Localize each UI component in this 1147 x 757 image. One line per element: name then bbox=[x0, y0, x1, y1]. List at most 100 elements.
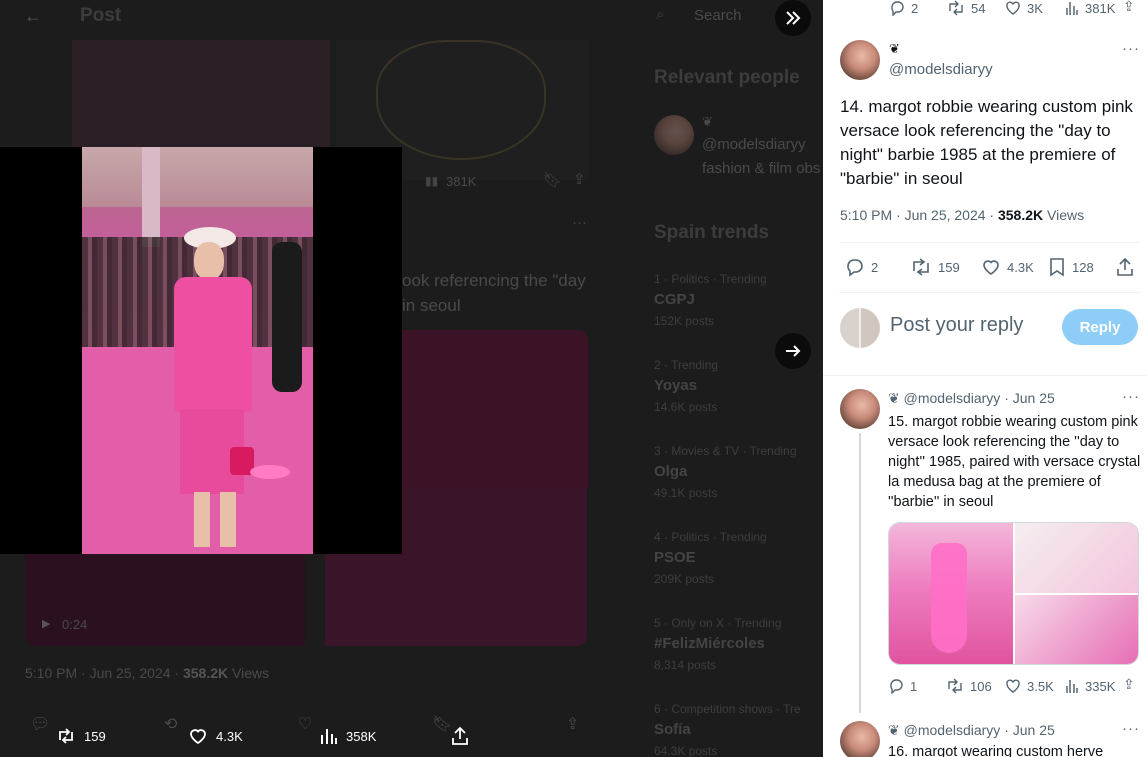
reply1-reply-count: 1 bbox=[910, 678, 918, 694]
like-action[interactable]: 4.3K bbox=[981, 257, 1034, 277]
relevant-bio: fashion & film obs bbox=[702, 160, 821, 177]
relevant-handle[interactable]: @modelsdiaryy bbox=[702, 136, 806, 153]
trends-title: Spain trends bbox=[654, 222, 770, 243]
video-player[interactable] bbox=[82, 147, 313, 554]
bg-reply-icon[interactable]: 💬︎ bbox=[30, 714, 50, 734]
post-timestamp: 5:10 PM · Jun 25, 2024 · 358.2K Views bbox=[840, 207, 1085, 223]
views-action[interactable]: 358K bbox=[320, 726, 376, 746]
bg-retweet-icon[interactable]: ⟲ bbox=[164, 714, 177, 734]
video-duration: 0:24 bbox=[62, 617, 88, 632]
reply1-like-count: 3.5K bbox=[1027, 678, 1054, 694]
more-icon[interactable]: ··· bbox=[572, 214, 587, 231]
heart-icon bbox=[190, 729, 206, 745]
retweet-action[interactable]: 159 bbox=[910, 257, 960, 277]
reply-count: 2 bbox=[871, 259, 879, 275]
like-count: 4.3K bbox=[1007, 259, 1034, 275]
reply1-retweet-count: 106 bbox=[970, 678, 992, 694]
trend-item[interactable]: 1 · Politics · Trending CGPJ 152K posts bbox=[654, 272, 823, 328]
bg-share-icon[interactable]: ⇪ bbox=[566, 714, 579, 734]
bookmark-count: 128 bbox=[1072, 259, 1094, 275]
media-image-1[interactable] bbox=[889, 523, 1013, 664]
prev-views-count: 381K bbox=[1085, 0, 1116, 16]
play-icon[interactable]: ▶ bbox=[42, 617, 50, 630]
reply1-reply-action[interactable]: 1 bbox=[888, 678, 917, 694]
reply-icon bbox=[889, 0, 905, 16]
reply-button[interactable]: Reply bbox=[1062, 309, 1138, 345]
share-icon[interactable] bbox=[1115, 257, 1135, 277]
bg-views-count: 381K bbox=[446, 174, 477, 189]
reply1-retweet-action[interactable]: 106 bbox=[946, 678, 992, 694]
thread-line bbox=[859, 433, 861, 713]
share-action[interactable] bbox=[450, 726, 470, 746]
media-image-3[interactable] bbox=[1015, 595, 1138, 664]
trend-item[interactable]: 5 · Only on X · Trending #FelizMiércoles 8… bbox=[654, 616, 823, 672]
arrow-right-icon bbox=[786, 345, 801, 357]
bg-like-icon[interactable]: ♡ bbox=[298, 714, 312, 734]
heart-icon bbox=[1005, 678, 1021, 694]
divider bbox=[839, 242, 1139, 243]
prev-like-count: 3K bbox=[1027, 0, 1043, 16]
views-count: 358K bbox=[346, 728, 377, 744]
author-avatar[interactable] bbox=[840, 40, 880, 80]
reply-author[interactable]: ❦ @modelsdiaryy · Jun 25 bbox=[888, 390, 1055, 407]
prev-views-action[interactable]: 381K bbox=[1065, 0, 1115, 16]
reply-author[interactable]: ❦ @modelsdiaryy · Jun 25 bbox=[888, 722, 1055, 739]
trend-item[interactable]: 3 · Movies & TV · Trending Olga 49.1K post… bbox=[654, 444, 823, 500]
reply1-views-count: 335K bbox=[1085, 678, 1116, 694]
trend-item[interactable]: 6 · Competition shows · Tre Sofía 64.3K po… bbox=[654, 702, 823, 757]
search-input[interactable]: Search bbox=[694, 7, 742, 24]
retweet-count: 159 bbox=[938, 259, 960, 275]
collapse-panel-button[interactable] bbox=[775, 0, 811, 36]
share-icon[interactable]: ⇪ bbox=[573, 170, 586, 188]
share-icon[interactable]: ⇪ bbox=[1123, 676, 1135, 693]
reply1-like-action[interactable]: 3.5K bbox=[1005, 678, 1054, 694]
relevant-avatar[interactable] bbox=[654, 115, 694, 155]
reply-media[interactable] bbox=[888, 522, 1139, 665]
more-options-icon[interactable]: ··· bbox=[1122, 388, 1140, 405]
reply-action[interactable]: 2 bbox=[845, 257, 878, 277]
reply-text: 16. margot wearing custom herve bbox=[888, 744, 1104, 757]
relevant-people-title: Relevant people bbox=[654, 67, 800, 88]
reply-icon bbox=[845, 257, 865, 277]
views-icon bbox=[1065, 678, 1079, 694]
double-chevron-right-icon bbox=[786, 11, 801, 25]
views-icon bbox=[1065, 0, 1079, 16]
relevant-emoji: ❦ bbox=[702, 114, 713, 129]
bg-post-text-2: in seoul bbox=[402, 296, 461, 315]
prev-reply-action[interactable]: 2 bbox=[889, 0, 918, 16]
bookmark-icon[interactable]: 🔖︎ bbox=[543, 171, 562, 189]
retweet-icon bbox=[59, 728, 73, 744]
more-options-icon[interactable]: ··· bbox=[1122, 720, 1140, 737]
retweet-action[interactable]: 159 bbox=[56, 726, 106, 746]
views-icon: ▮▮ bbox=[425, 174, 439, 188]
like-action[interactable]: 4.3K bbox=[188, 726, 243, 746]
retweet-icon bbox=[947, 0, 965, 16]
like-count: 4.3K bbox=[216, 728, 243, 744]
retweet-count: 159 bbox=[84, 728, 106, 744]
reply1-views-action[interactable]: 335K bbox=[1065, 678, 1115, 694]
prev-retweet-action[interactable]: 54 bbox=[947, 0, 985, 16]
heart-icon bbox=[1005, 0, 1021, 16]
views-icon bbox=[321, 729, 337, 744]
media-image-2[interactable] bbox=[1015, 523, 1138, 593]
more-options-icon[interactable]: ··· bbox=[1122, 40, 1140, 57]
share-icon bbox=[452, 726, 468, 745]
trend-item[interactable]: 4 · Politics · Trending PSOE 209K posts bbox=[654, 530, 823, 586]
share-icon[interactable]: ⇪ bbox=[1123, 0, 1135, 15]
my-avatar[interactable] bbox=[840, 308, 880, 348]
reply-input[interactable]: Post your reply bbox=[890, 314, 1023, 337]
author-handle[interactable]: @modelsdiaryy bbox=[889, 61, 993, 78]
retweet-icon bbox=[946, 678, 964, 694]
bookmark-action[interactable]: 128 bbox=[1048, 257, 1094, 277]
bg-post-text-1: ook referencing the "day bbox=[402, 271, 586, 290]
reply-thread: ❦ @modelsdiaryy · Jun 25 ··· 15. margot … bbox=[823, 375, 1147, 757]
reply-avatar[interactable] bbox=[840, 721, 880, 757]
bg-image-1 bbox=[72, 40, 330, 150]
back-arrow-icon[interactable]: ← bbox=[24, 6, 42, 27]
next-media-button[interactable] bbox=[775, 333, 811, 369]
retweet-icon bbox=[910, 257, 932, 277]
prev-like-action[interactable]: 3K bbox=[1005, 0, 1043, 16]
search-icon: ⌕ bbox=[656, 6, 665, 23]
bg-timestamp: 5:10 PM · Jun 25, 2024 · 358.2K Views bbox=[25, 665, 270, 681]
reply-avatar[interactable] bbox=[840, 389, 880, 429]
